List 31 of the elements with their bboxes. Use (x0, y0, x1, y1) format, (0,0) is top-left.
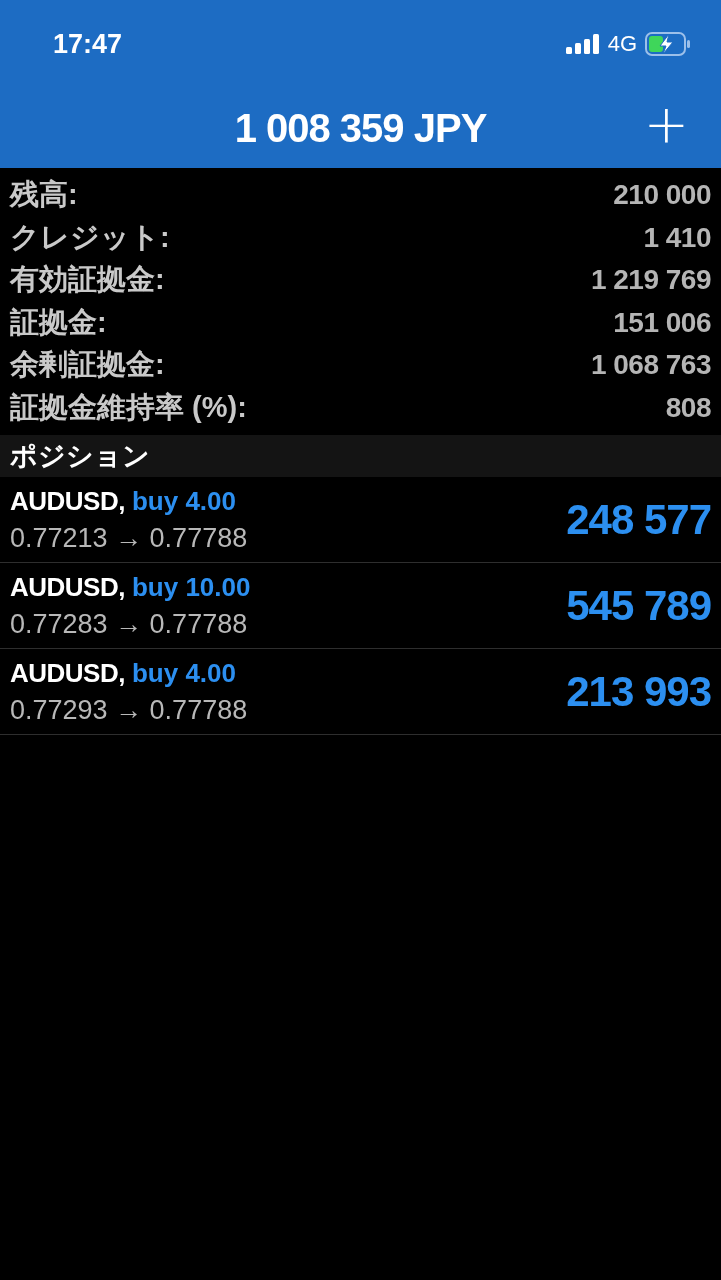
add-button[interactable]: + (643, 98, 689, 152)
summary-label: 証拠金: (10, 304, 107, 340)
summary-label: 有効証拠金: (10, 262, 165, 298)
position-symbol: AUDUSD, (10, 571, 125, 603)
position-profit: 213 993 (566, 667, 711, 716)
summary-label: 残高: (10, 177, 78, 213)
status-time: 17:47 (53, 28, 123, 60)
position-symbol: AUDUSD, (10, 657, 125, 689)
account-equity-title: 1 008 359 JPY (234, 105, 487, 151)
summary-value: 210 000 (613, 179, 711, 212)
position-prices: 0.77213 → 0.77788 (10, 522, 248, 554)
battery-charging-icon (645, 32, 691, 56)
summary-value: 808 (665, 391, 711, 424)
summary-value: 1 219 769 (590, 264, 711, 297)
summary-label: 余剰証拠金: (10, 347, 165, 383)
summary-value: 151 006 (613, 306, 711, 339)
position-symbol: AUDUSD, (10, 485, 125, 517)
position-order: buy 4.00 (131, 657, 236, 689)
position-profit: 248 577 (566, 495, 711, 544)
section-header: ポジション (0, 435, 721, 477)
summary-label: クレジット: (10, 219, 170, 255)
summary-label: 証拠金維持率 (%): (10, 389, 247, 425)
summary-value: 1 410 (643, 221, 711, 254)
signal-icon (565, 34, 600, 54)
position-profit: 545 789 (566, 581, 711, 630)
network-type: 4G (607, 31, 637, 57)
position-prices: 0.77283 → 0.77788 (10, 608, 249, 640)
summary-value: 1 068 763 (590, 349, 711, 382)
position-order: buy 4.00 (131, 485, 236, 517)
position-order: buy 10.00 (131, 571, 251, 603)
position-prices: 0.77293 → 0.77788 (10, 694, 248, 726)
